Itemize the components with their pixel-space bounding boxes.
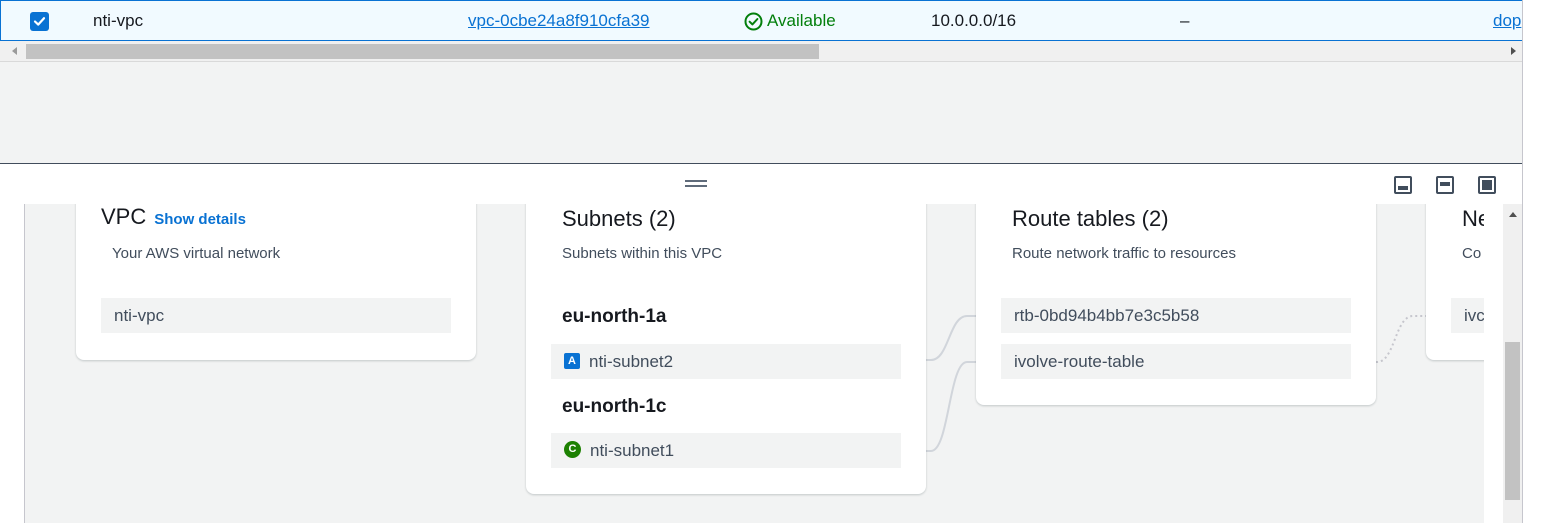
vpc-card: VPC Show details Your AWS virtual network… bbox=[76, 204, 476, 360]
ipv6-cidr-cell: – bbox=[1180, 11, 1190, 30]
vpc-card-title: VPC bbox=[101, 204, 147, 229]
subnets-card-subtitle: Subnets within this VPC bbox=[562, 245, 723, 262]
vpc-id-link[interactable]: vpc-0cbe24a8f910cfa39 bbox=[468, 11, 649, 31]
vpc-table-row[interactable]: nti-vpc vpc-0cbe24a8f910cfa39 Available … bbox=[0, 0, 1523, 41]
az-label-1a: eu-north-1a bbox=[562, 306, 667, 327]
scroll-up-icon[interactable] bbox=[1509, 212, 1517, 217]
subnet-item-nti-subnet1[interactable]: Cnti-subnet1 bbox=[551, 433, 901, 468]
az-a-badge-icon: A bbox=[564, 352, 580, 369]
network-connections-card-title: Ne bbox=[1462, 206, 1484, 231]
vpc-name-cell: nti-vpc bbox=[93, 11, 144, 30]
resource-map: VPC Show details Your AWS virtual network… bbox=[24, 204, 1484, 523]
truncated-link[interactable]: dop bbox=[1493, 11, 1521, 31]
page-right-border bbox=[1522, 0, 1523, 523]
vpc-console: nti-vpc vpc-0cbe24a8f910cfa39 Available … bbox=[0, 0, 1546, 523]
vpc-item[interactable]: nti-vpc bbox=[101, 298, 451, 333]
network-connections-card: Ne Co ivc bbox=[1426, 204, 1484, 360]
horizontal-scrollbar[interactable] bbox=[0, 41, 1523, 62]
route-tables-card: Route tables (2) Route network traffic t… bbox=[976, 204, 1376, 405]
network-connections-card-subtitle: Co bbox=[1462, 245, 1482, 262]
subnets-card: Subnets (2) Subnets within this VPC eu-n… bbox=[526, 204, 926, 494]
az-label-1c: eu-north-1c bbox=[562, 396, 667, 417]
status-success-icon bbox=[744, 12, 763, 30]
subnet-item-nti-subnet2[interactable]: Anti-subnet2 bbox=[551, 344, 901, 379]
vpc-card-header: VPC Show details bbox=[101, 204, 246, 230]
az-c-badge-icon: C bbox=[564, 441, 581, 459]
panel-full-icon[interactable] bbox=[1478, 176, 1496, 194]
subnet-name: nti-subnet2 bbox=[589, 352, 674, 371]
panel-bottom-icon[interactable] bbox=[1394, 176, 1412, 194]
network-connection-item[interactable]: ivc bbox=[1451, 298, 1484, 333]
scroll-right-icon[interactable] bbox=[1511, 47, 1516, 55]
vertical-scroll-thumb[interactable] bbox=[1505, 342, 1520, 500]
scroll-left-icon[interactable] bbox=[12, 47, 17, 55]
checkmark-icon bbox=[33, 17, 46, 26]
show-details-link[interactable]: Show details bbox=[154, 211, 246, 228]
horizontal-scroll-thumb[interactable] bbox=[26, 44, 819, 59]
route-table-item[interactable]: rtb-0bd94b4bb7e3c5b58 bbox=[1001, 298, 1351, 333]
route-table-item[interactable]: ivolve-route-table bbox=[1001, 344, 1351, 379]
route-tables-card-subtitle: Route network traffic to resources bbox=[1012, 245, 1236, 262]
subnet-name: nti-subnet1 bbox=[590, 441, 675, 460]
subnets-card-title: Subnets (2) bbox=[562, 206, 676, 231]
vpc-card-subtitle: Your AWS virtual network bbox=[112, 245, 281, 262]
panel-side-icon[interactable] bbox=[1436, 176, 1454, 194]
split-panel-header bbox=[0, 164, 1523, 204]
table-empty-area bbox=[0, 62, 1523, 163]
state-label: Available bbox=[767, 11, 836, 30]
row-checkbox[interactable] bbox=[30, 12, 49, 31]
drag-handle-icon[interactable] bbox=[685, 180, 707, 189]
ipv4-cidr-cell: 10.0.0.0/16 bbox=[931, 11, 1017, 30]
state-cell: Available bbox=[744, 11, 836, 31]
vertical-scrollbar[interactable] bbox=[1503, 204, 1522, 523]
route-tables-card-title: Route tables (2) bbox=[1012, 206, 1169, 231]
